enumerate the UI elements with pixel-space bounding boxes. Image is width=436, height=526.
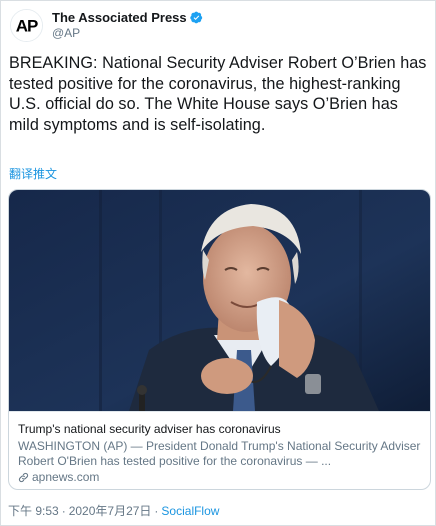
tweet-meta: 下午 9:53 · 2020年7月27日 · SocialFlow	[8, 502, 219, 519]
author-display-name[interactable]: The Associated Press	[52, 10, 187, 26]
tweet-text: BREAKING: National Security Adviser Robe…	[9, 54, 427, 134]
tweet-card: AP The Associated Press @AP BREAKING: Na…	[0, 0, 436, 526]
link-icon	[18, 472, 29, 483]
ap-logo-icon: AP	[11, 9, 42, 41]
tweet-time[interactable]: 下午 9:53	[8, 502, 59, 519]
card-description: WASHINGTON (AP) — President Donald Trump…	[18, 439, 421, 468]
ap-logo-text: AP	[16, 16, 38, 35]
tweet-header: AP The Associated Press @AP	[10, 8, 203, 42]
card-image	[9, 190, 430, 411]
avatar[interactable]: AP	[10, 8, 43, 42]
tweet-date[interactable]: 2020年7月27日	[69, 502, 152, 519]
tweet-source-link[interactable]: SocialFlow	[161, 504, 219, 518]
card-body: Trump's national security adviser has co…	[9, 411, 430, 489]
meta-separator: ·	[61, 503, 66, 518]
meta-separator: ·	[154, 503, 159, 518]
verified-badge-icon	[189, 11, 202, 24]
link-preview-card[interactable]: Trump's national security adviser has co…	[8, 189, 431, 490]
author-names: The Associated Press @AP	[52, 10, 203, 41]
card-domain: apnews.com	[18, 470, 423, 485]
author-handle[interactable]: @AP	[52, 26, 203, 41]
card-title: Trump's national security adviser has co…	[18, 422, 281, 436]
translate-tweet-link[interactable]: 翻译推文	[9, 165, 57, 182]
card-domain-text: apnews.com	[32, 470, 100, 484]
